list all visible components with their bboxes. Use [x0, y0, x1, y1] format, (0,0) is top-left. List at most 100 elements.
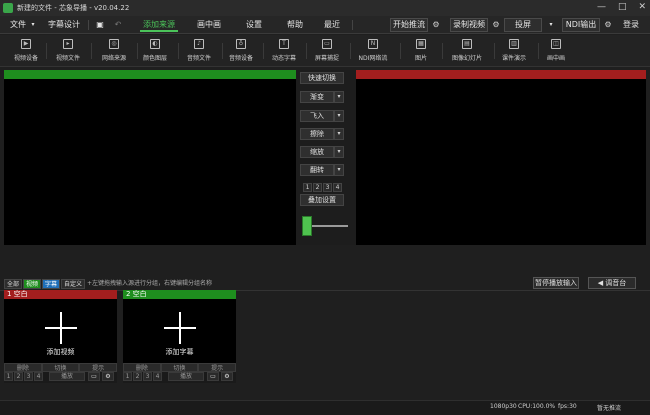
undo-icon[interactable]: ↶ [112, 18, 124, 32]
mixer-label: 调音台 [605, 279, 627, 287]
transition-fade-button[interactable]: 渐变 [300, 91, 334, 103]
slideshow-icon: ▤ [462, 39, 472, 49]
chevron-down-icon[interactable]: ▾ [334, 164, 344, 176]
menu-subtitle-design[interactable]: 字幕设计 [46, 18, 82, 32]
status-fps: fps:30 [558, 403, 577, 410]
tool-audio-device[interactable]: ♁ 音频设备 [226, 39, 256, 65]
card-play-button[interactable]: 播放 [168, 372, 204, 381]
tab-subtitle[interactable]: 字幕 [42, 279, 61, 289]
card-play-button[interactable]: 播放 [49, 372, 85, 381]
transition-slider-handle[interactable] [302, 216, 312, 236]
title-bar: 新建的文件 - 芯象导播 - v20.04.22 — □ ✕ [0, 0, 650, 16]
video-file-icon: ▸ [63, 39, 73, 49]
switch-button[interactable]: 切换 [160, 363, 199, 372]
plus-icon [179, 312, 181, 344]
tool-ndi-stream[interactable]: N NDI网络流 [354, 39, 392, 65]
tab-custom[interactable]: 自定义 [61, 279, 86, 289]
ndi-output-button[interactable]: NDI输出 [562, 18, 600, 32]
transition-fly-in-button[interactable]: 飞入 [300, 110, 334, 122]
tool-audio-file[interactable]: ♪ 音频文件 [184, 39, 214, 65]
card-preset-4[interactable]: 4 [34, 372, 43, 381]
transition-slider-track[interactable] [312, 225, 348, 227]
maximize-icon[interactable]: □ [618, 2, 627, 12]
hint-button[interactable]: 提示 [79, 363, 118, 372]
tab-all[interactable]: 全部 [4, 279, 23, 289]
card-preset-2[interactable]: 2 [14, 372, 23, 381]
transition-flip-button[interactable]: 翻转 [300, 164, 334, 176]
chevron-down-icon[interactable]: ▾ [334, 110, 344, 122]
card-preset-1[interactable]: 1 [4, 372, 13, 381]
tool-video-device[interactable]: ▶ 视频设备 [10, 39, 42, 65]
transition-wipe-button[interactable]: 擦除 [300, 128, 334, 140]
transition-preset-2[interactable]: 2 [313, 183, 322, 192]
menu-file[interactable]: 文件 [8, 18, 28, 32]
transition-preset-4[interactable]: 4 [333, 183, 342, 192]
card-title: 2 空白 [123, 290, 236, 299]
start-stream-button[interactable]: 开始推流 [390, 18, 428, 32]
gear-icon[interactable]: ⚙ [102, 372, 114, 381]
card-preset-3[interactable]: 3 [24, 372, 33, 381]
delete-button[interactable]: 删除 [123, 363, 161, 372]
menu-help[interactable]: 帮助 [285, 18, 305, 32]
card-preset-2[interactable]: 2 [133, 372, 142, 381]
card-preset-1[interactable]: 1 [123, 372, 132, 381]
tool-image[interactable]: ▦ 图片 [408, 39, 434, 65]
program-pane[interactable] [356, 70, 646, 245]
audio-file-icon: ♪ [194, 39, 204, 49]
monitor-icon[interactable]: ▭ [88, 372, 100, 381]
minimize-icon[interactable]: — [597, 2, 606, 12]
add-subtitle-slot[interactable]: 添加字幕 [123, 299, 236, 363]
toolbar-separator [263, 43, 264, 59]
add-video-slot[interactable]: 添加视频 [4, 299, 117, 363]
tool-pip[interactable]: ◫ 画中画 [542, 39, 570, 65]
stream-gear-icon[interactable]: ⚙ [431, 20, 441, 30]
chevron-down-icon[interactable]: ▾ [334, 128, 344, 140]
card-caption: 添加字幕 [165, 348, 194, 356]
toolbar-separator [222, 43, 223, 59]
presentation-icon: ▥ [509, 39, 519, 49]
card-title: 1 空白 [4, 290, 117, 299]
tool-screen-capture[interactable]: ▭ 屏幕捕捉 [312, 39, 342, 65]
record-button[interactable]: 录制视频 [450, 18, 488, 32]
tab-video[interactable]: 视频 [23, 279, 42, 289]
chevron-down-icon[interactable]: ▾ [28, 18, 38, 32]
tool-video-file[interactable]: ▸ 视频文件 [52, 39, 84, 65]
login-link[interactable]: 登录 [620, 18, 642, 32]
delete-button[interactable]: 删除 [4, 363, 42, 372]
card-preset-3[interactable]: 3 [143, 372, 152, 381]
gear-icon[interactable]: ⚙ [221, 372, 233, 381]
menu-pip[interactable]: 画中画 [196, 18, 222, 32]
switch-button[interactable]: 切换 [41, 363, 80, 372]
ndi-gear-icon[interactable]: ⚙ [603, 20, 613, 30]
tool-color-layer[interactable]: ◐ 颜色图层 [140, 39, 170, 65]
pause-playback-button[interactable]: 暂停播放输入 [533, 277, 579, 289]
card-caption: 添加视频 [46, 348, 75, 356]
tool-presentation[interactable]: ▥ 课件演示 [498, 39, 530, 65]
hint-button[interactable]: 提示 [198, 363, 237, 372]
overlay-settings-button[interactable]: 叠加设置 [300, 194, 344, 206]
quick-switch-button[interactable]: 快速切换 [300, 72, 344, 84]
card-controls: 1 2 3 4 播放 ▭ ⚙ [4, 372, 117, 382]
record-gear-icon[interactable]: ⚙ [491, 20, 501, 30]
monitor-icon[interactable]: ▭ [207, 372, 219, 381]
chevron-down-icon[interactable]: ▾ [334, 91, 344, 103]
transition-preset-3[interactable]: 3 [323, 183, 332, 192]
preview-pane[interactable] [4, 70, 296, 245]
source-card: 1 空白 添加视频 删除 切换 提示 1 2 3 4 播放 ▭ ⚙ [4, 290, 118, 383]
transition-zoom-button[interactable]: 缩放 [300, 146, 334, 158]
tool-dynamic-subtitle[interactable]: T 动态字幕 [268, 39, 300, 65]
close-icon[interactable]: ✕ [638, 2, 646, 12]
save-icon[interactable]: ▣ [94, 18, 106, 32]
tool-image-slideshow[interactable]: ▤ 图像幻灯片 [448, 39, 486, 65]
audio-mixer-button[interactable]: ◀ 调音台 [588, 277, 636, 289]
camera-icon: ▶ [21, 39, 31, 49]
chevron-down-icon[interactable]: ▾ [334, 146, 344, 158]
card-preset-4[interactable]: 4 [153, 372, 162, 381]
projection-button[interactable]: 投屏 [504, 18, 542, 32]
menu-settings[interactable]: 设置 [244, 18, 264, 32]
projection-chevron-down-icon[interactable]: ▾ [546, 18, 556, 32]
transition-preset-1[interactable]: 1 [303, 183, 312, 192]
tool-network-source[interactable]: ◎ 网络来源 [96, 39, 132, 65]
menu-recent[interactable]: 最近 [322, 18, 342, 32]
menu-add-source[interactable]: 添加来源 [140, 18, 178, 32]
